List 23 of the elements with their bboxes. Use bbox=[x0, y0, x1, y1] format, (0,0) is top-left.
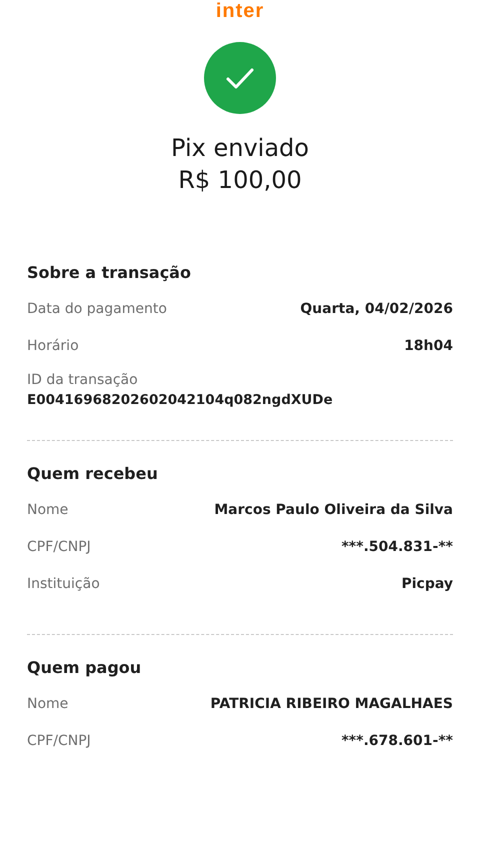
brand-logo: inter bbox=[216, 0, 264, 22]
section-heading: Sobre a transação bbox=[27, 262, 192, 284]
check-icon bbox=[204, 42, 276, 114]
field-value: PATRICIA RIBEIRO MAGALHAES bbox=[210, 696, 453, 712]
field-value: 18h04 bbox=[404, 338, 453, 354]
amount: R$ 100,00 bbox=[178, 165, 302, 196]
field-label: CPF/CNPJ bbox=[27, 732, 91, 748]
field-label: Data do pagamento bbox=[27, 300, 167, 316]
field-label: Nome bbox=[27, 696, 68, 712]
field-label: ID da transação bbox=[27, 372, 139, 388]
field-label: Horário bbox=[27, 338, 79, 354]
status-title: Pix enviado bbox=[171, 133, 309, 164]
section-heading: Quem pagou bbox=[27, 657, 142, 679]
field-label: CPF/CNPJ bbox=[27, 538, 91, 554]
field-value: Quarta, 04/02/2026 bbox=[300, 300, 453, 316]
section-heading: Quem recebeu bbox=[27, 463, 159, 485]
field-value: ***.504.831-** bbox=[341, 538, 453, 554]
field-value: ***.678.601-** bbox=[341, 732, 453, 748]
field-value: Picpay bbox=[401, 576, 453, 592]
field-label: Instituição bbox=[27, 576, 100, 592]
field-label: Nome bbox=[27, 502, 68, 518]
field-value: Marcos Paulo Oliveira da Silva bbox=[214, 502, 453, 518]
transaction-id: E00416968202602042104q082ngdXUDe bbox=[27, 392, 334, 408]
